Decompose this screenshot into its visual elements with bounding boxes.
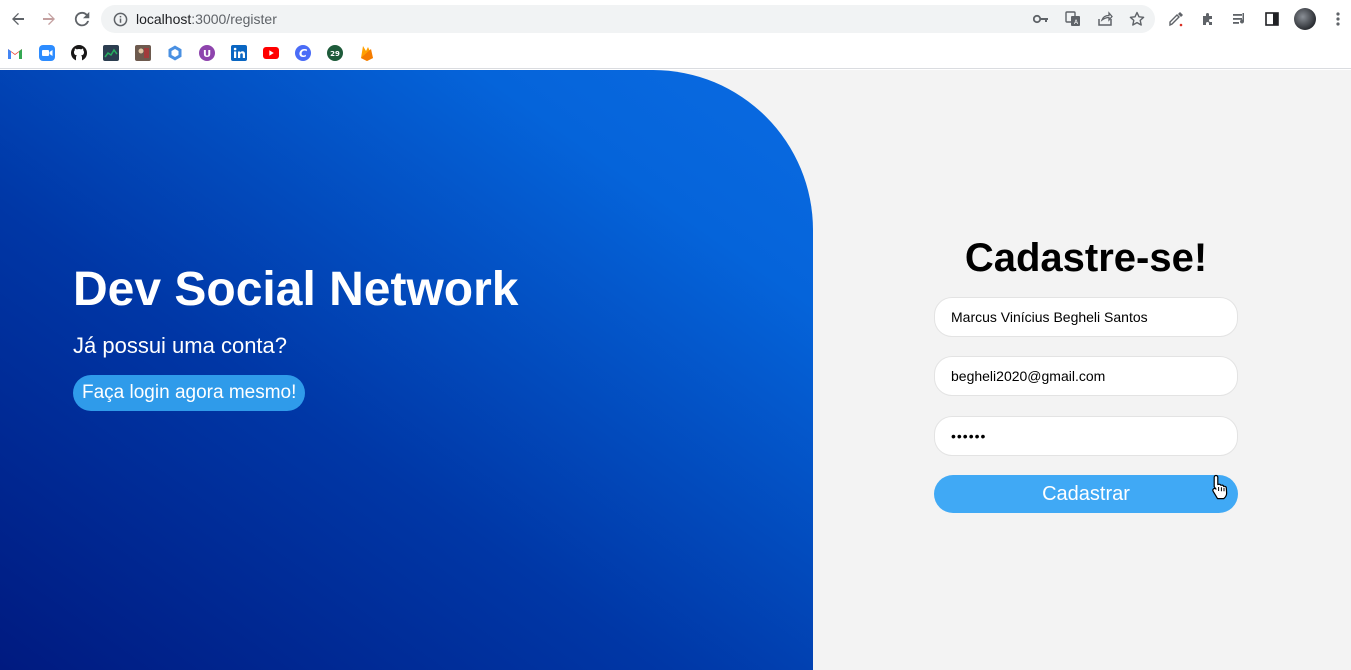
hexagon-icon[interactable]	[166, 44, 184, 62]
linkedin-icon[interactable]	[230, 44, 248, 62]
register-submit-button[interactable]: Cadastrar	[934, 475, 1238, 513]
hero-subtitle: Já possui uma conta?	[73, 333, 288, 358]
reload-icon	[74, 11, 90, 27]
name-input[interactable]: Marcus Vinícius Begheli Santos	[934, 297, 1238, 337]
svg-text:29: 29	[330, 50, 340, 58]
url-text[interactable]: localhost:3000/register	[136, 11, 277, 27]
firebase-icon[interactable]	[358, 44, 376, 62]
info-icon[interactable]	[112, 11, 128, 27]
back-arrow-icon	[12, 13, 24, 25]
form-title: Cadastre-se!	[964, 236, 1208, 280]
zoom-icon[interactable]	[38, 44, 56, 62]
address-bar[interactable]: localhost:3000/register A	[101, 5, 1155, 33]
svg-text:C: C	[299, 47, 307, 60]
bookmark-star-icon[interactable]	[1127, 9, 1147, 29]
side-panel-icon[interactable]	[1262, 9, 1282, 29]
reload-button[interactable]	[69, 6, 95, 32]
url-host: localhost	[136, 11, 192, 27]
login-link-button[interactable]: Faça login agora mesmo!	[73, 375, 306, 411]
browser-toolbar: localhost:3000/register A	[0, 0, 1351, 38]
url-path: :3000/register	[191, 11, 277, 27]
hero-title: Dev Social Network	[73, 263, 519, 316]
github-icon[interactable]	[70, 44, 88, 62]
extensions-puzzle-icon[interactable]	[1198, 9, 1218, 29]
back-button[interactable]	[5, 6, 31, 32]
profile-avatar[interactable]	[1294, 8, 1316, 30]
badge-29-icon[interactable]: 29	[326, 44, 344, 62]
translate-icon[interactable]: A	[1063, 9, 1083, 29]
media-queue-icon[interactable]	[1230, 9, 1250, 29]
svg-text:U: U	[203, 49, 211, 60]
chart-icon[interactable]	[102, 44, 120, 62]
key-icon[interactable]	[1031, 9, 1051, 29]
password-input[interactable]: ••••••	[934, 416, 1238, 456]
u-icon[interactable]: U	[198, 44, 216, 62]
gmail-icon[interactable]	[6, 44, 24, 62]
forward-button[interactable]	[36, 6, 62, 32]
register-page: Dev Social Network Já possui uma conta? …	[0, 70, 1351, 670]
forward-arrow-icon	[43, 13, 55, 25]
c-icon[interactable]: C	[294, 44, 312, 62]
extensions-area	[1166, 7, 1348, 31]
share-icon[interactable]	[1095, 9, 1115, 29]
photo-icon[interactable]	[134, 44, 152, 62]
hand-cursor-icon	[1212, 474, 1228, 500]
more-menu-icon[interactable]	[1328, 9, 1348, 29]
bookmarks-bar: U C 29	[0, 38, 1351, 69]
eyedropper-icon[interactable]	[1166, 9, 1186, 29]
omnibox-actions: A	[1031, 5, 1147, 33]
youtube-icon[interactable]	[262, 44, 280, 62]
hero-panel: Dev Social Network Já possui uma conta? …	[0, 70, 813, 670]
email-input[interactable]: begheli2020@gmail.com	[934, 356, 1238, 396]
